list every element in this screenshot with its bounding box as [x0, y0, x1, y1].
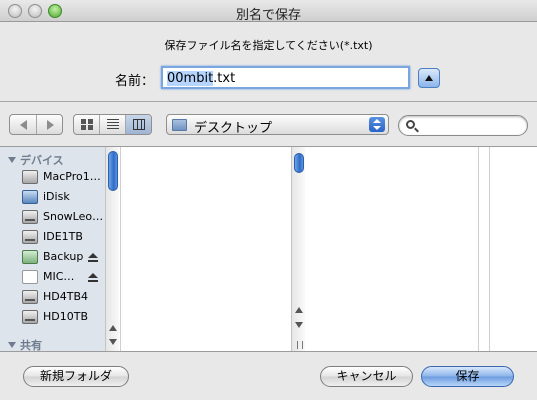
filename-extension: .txt — [213, 71, 236, 86]
disk-image-icon — [22, 270, 38, 284]
sidebar-item[interactable]: iDisk — [22, 189, 106, 207]
computer-icon — [22, 170, 38, 184]
search-field[interactable] — [398, 115, 528, 136]
disclosure-triangle-icon — [8, 157, 16, 163]
hard-drive-icon — [22, 210, 38, 224]
shared-header-label: 共有 — [20, 339, 42, 351]
sidebar: デバイス MacPro1… iDisk SnowLeo… IDE1TB Back… — [0, 147, 106, 351]
forward-button[interactable] — [35, 115, 63, 134]
folder-icon — [172, 119, 187, 131]
divider — [0, 101, 537, 102]
filename-selected-text: 00mbit — [167, 71, 214, 86]
sidebar-item-label: HD4TB4 — [43, 290, 89, 303]
location-label: デスクトップ — [194, 121, 273, 136]
list-icon — [107, 119, 119, 130]
column-divider — [120, 147, 121, 351]
list-view-button[interactable] — [99, 115, 125, 134]
sidebar-item-label: MIC… — [43, 270, 75, 283]
sidebar-item[interactable]: SnowLeo… — [22, 209, 106, 227]
sidebar-item-label: HD10TB — [43, 310, 89, 323]
devices-section-header[interactable]: デバイス — [8, 152, 64, 168]
sidebar-item[interactable]: HD4TB4 — [22, 289, 106, 307]
idisk-icon — [22, 190, 38, 204]
disclosure-triangle-icon — [8, 342, 16, 348]
column-view-button[interactable] — [125, 115, 151, 134]
cancel-button[interactable]: キャンセル — [320, 366, 413, 387]
eject-icon[interactable] — [88, 273, 98, 282]
sidebar-item-label: IDE1TB — [43, 230, 83, 243]
title-bar: 別名で保存 — [0, 0, 537, 23]
sidebar-item[interactable]: IDE1TB — [22, 229, 106, 247]
icon-view-button[interactable] — [74, 115, 99, 134]
sidebar-item-label: Backup — [43, 250, 84, 263]
file-browser: デバイス MacPro1… iDisk SnowLeo… IDE1TB Back… — [0, 146, 537, 352]
columns-icon — [133, 119, 145, 130]
eject-icon[interactable] — [88, 253, 98, 262]
search-icon — [406, 120, 415, 129]
scroll-thumb[interactable] — [294, 153, 304, 173]
hard-drive-icon — [22, 310, 38, 324]
save-prompt: 保存ファイル名を指定してください(*.txt) — [164, 39, 373, 52]
hard-drive-icon — [22, 230, 38, 244]
back-button[interactable] — [10, 115, 36, 134]
external-drive-icon — [22, 250, 38, 264]
sidebar-item[interactable]: MacPro1… — [22, 169, 106, 187]
search-input[interactable] — [421, 118, 521, 133]
sidebar-item-label: MacPro1… — [43, 170, 101, 183]
new-folder-button[interactable]: 新規フォルダ — [23, 366, 129, 387]
save-button[interactable]: 保存 — [421, 366, 514, 387]
hard-drive-icon — [22, 290, 38, 304]
scroll-down-icon[interactable] — [109, 339, 117, 345]
location-popup[interactable]: デスクトップ — [166, 114, 389, 136]
window-title: 別名で保存 — [235, 8, 301, 23]
popup-arrows-icon — [369, 117, 385, 132]
scroll-up-icon[interactable] — [295, 307, 303, 313]
sidebar-item-label: SnowLeo… — [43, 210, 104, 223]
scroll-down-icon[interactable] — [295, 322, 303, 328]
column-divider — [478, 147, 479, 351]
name-label: 名前： — [115, 74, 155, 89]
scroll-thumb[interactable] — [108, 151, 118, 191]
history-nav — [9, 114, 63, 135]
sidebar-item-label: iDisk — [43, 190, 70, 203]
grid-icon — [81, 119, 93, 130]
column-resize-handle[interactable] — [297, 341, 303, 349]
sidebar-item[interactable]: MIC… — [22, 269, 106, 287]
column-divider — [489, 147, 490, 351]
column-scrollbar[interactable] — [291, 147, 305, 351]
collapse-browser-button[interactable] — [418, 68, 440, 88]
scroll-up-icon[interactable] — [109, 325, 117, 331]
view-mode-selector — [73, 114, 152, 135]
sidebar-item[interactable]: Backup — [22, 249, 106, 267]
sidebar-scrollbar[interactable] — [105, 147, 119, 351]
devices-header-label: デバイス — [20, 154, 64, 167]
sidebar-item[interactable]: HD10TB — [22, 309, 106, 327]
shared-section-header[interactable]: 共有 — [8, 337, 42, 351]
filename-field[interactable]: 00mbit.txt — [161, 66, 410, 89]
